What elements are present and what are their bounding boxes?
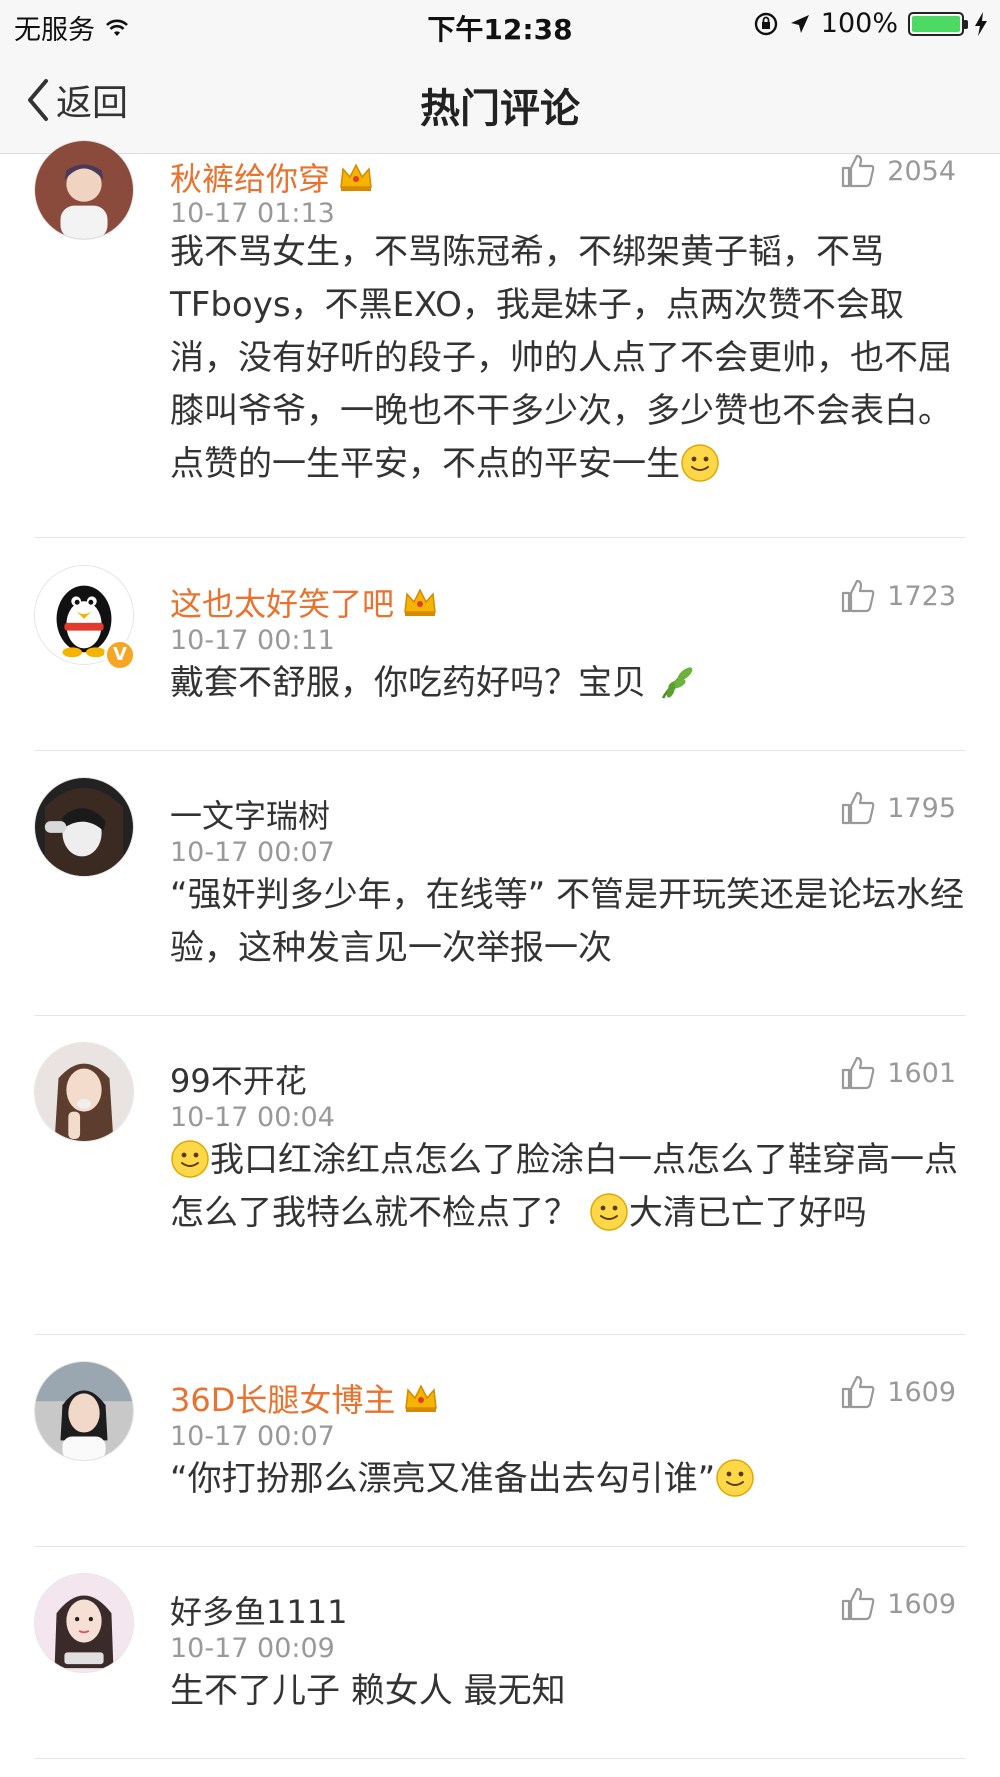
page-title: 热门评论	[420, 86, 580, 132]
username[interactable]: 秋裤给你穿	[170, 154, 374, 200]
username[interactable]: 99不开花	[170, 1056, 307, 1102]
comment-text: 生不了儿子 赖女人 最无知	[170, 1665, 970, 1718]
timestamp: 10-17 00:07	[170, 1421, 335, 1452]
location-arrow-icon	[790, 14, 809, 33]
username[interactable]: 这也太好笑了吧	[170, 579, 438, 625]
username-text: 好多鱼1111	[170, 1593, 348, 1631]
battery-level	[912, 15, 960, 32]
nav-bar: 返回 热门评论	[0, 50, 1000, 154]
comment-text: 戴套不舒服，你吃药好吗？宝贝	[170, 657, 970, 710]
like-button[interactable]: 1795	[839, 789, 956, 827]
timestamp: 10-17 00:07	[170, 837, 335, 868]
avatar[interactable]	[34, 140, 134, 240]
username-text: 一文字瑞树	[170, 797, 331, 835]
like-count: 1601	[887, 1057, 956, 1089]
thumbs-up-icon	[842, 1587, 875, 1621]
comment-text-part: “你打扮那么漂亮又准备出去勾引谁”	[170, 1459, 716, 1499]
comment-text-part: 我不骂女生，不骂陈冠希，不绑架黄子韬，不骂TFboys，不黑EXO，我是妹子，点…	[170, 232, 952, 484]
avatar[interactable]	[34, 1042, 134, 1142]
comment-text-part: 生不了儿子 赖女人 最无知	[170, 1671, 566, 1711]
timestamp: 10-17 01:13	[170, 198, 335, 229]
smiley-icon	[716, 1459, 754, 1497]
username-text: 99不开花	[170, 1062, 307, 1100]
comment-text-part: “强奸判多少年，在线等” 不管是开玩笑还是论坛水经验，这种发言见一次举报一次	[170, 875, 965, 968]
username-text: 秋裤给你穿	[170, 160, 331, 198]
like-count: 1609	[887, 1376, 956, 1408]
crown-icon	[340, 163, 372, 191]
smiley-icon	[171, 1140, 209, 1178]
divider	[34, 537, 966, 538]
charging-bolt-icon	[975, 11, 987, 36]
verified-badge-icon: V	[104, 639, 136, 671]
like-button[interactable]: 1609	[839, 1373, 956, 1411]
comment-item: V 这也太好笑了吧 1723 10-17 00:11 戴套不舒服，你吃药好吗？宝…	[0, 539, 1000, 751]
comment-item: 36D长腿女博主 1609 10-17 00:07 “你打扮那么漂亮又准备出去勾…	[0, 1335, 1000, 1547]
comment-text: “你打扮那么漂亮又准备出去勾引谁”	[170, 1453, 970, 1506]
timestamp: 10-17 00:11	[170, 625, 335, 656]
comment-text: 我口红涂红点怎么了脸涂白一点怎么了鞋穿高一点怎么了我特么就不检点了？ 大清已亡了…	[170, 1134, 970, 1240]
like-count: 1795	[887, 792, 956, 824]
avatar[interactable]	[34, 1573, 134, 1673]
leaf-icon	[661, 667, 693, 699]
like-count: 1609	[887, 1588, 956, 1620]
status-bar: 无服务 下午12:38 100%	[0, 0, 1000, 50]
status-right: 100%	[753, 8, 988, 39]
smiley-icon	[681, 444, 719, 482]
battery-percent: 100%	[820, 8, 898, 39]
username[interactable]: 36D长腿女博主	[170, 1375, 439, 1421]
thumbs-up-icon	[842, 1056, 875, 1090]
thumbs-up-icon	[842, 154, 875, 188]
comment-text: 我不骂女生，不骂陈冠希，不绑架黄子韬，不骂TFboys，不黑EXO，我是妹子，点…	[170, 226, 970, 491]
smiley-icon	[590, 1193, 628, 1231]
like-count: 2054	[887, 155, 956, 187]
comment-item: 秋裤给你穿 2054 10-17 01:13 我不骂女生，不骂陈冠希，不绑架黄子…	[0, 140, 1000, 539]
username-text: 36D长腿女博主	[170, 1381, 396, 1419]
thumbs-up-icon	[842, 791, 875, 825]
crown-icon	[404, 588, 436, 616]
comment-item: 99不开花 1601 10-17 00:04 我口红涂红点怎么了脸涂白一点怎么了…	[0, 1016, 1000, 1335]
divider	[34, 1758, 966, 1759]
like-count: 1723	[887, 580, 956, 612]
thumbs-up-icon	[842, 1375, 875, 1409]
thumbs-up-icon	[842, 579, 875, 613]
like-button[interactable]: 1601	[839, 1054, 956, 1092]
comment-item: 一文字瑞树 1795 10-17 00:07 “强奸判多少年，在线等” 不管是开…	[0, 751, 1000, 1016]
comment-text-part: 大清已亡了好吗	[628, 1193, 867, 1233]
like-button[interactable]: 1609	[839, 1585, 956, 1623]
like-button[interactable]: 1723	[839, 577, 956, 615]
username[interactable]: 一文字瑞树	[170, 791, 330, 837]
comment-text-part: 戴套不舒服，你吃药好吗？宝贝	[170, 663, 657, 703]
like-button[interactable]: 2054	[839, 152, 956, 190]
username-text: 这也太好笑了吧	[170, 585, 395, 623]
rotation-lock-icon	[754, 12, 777, 35]
timestamp: 10-17 00:04	[170, 1102, 335, 1133]
battery-icon	[908, 11, 968, 36]
avatar[interactable]	[34, 1361, 134, 1461]
comment-item: 好多鱼1111 1609 10-17 00:09 生不了儿子 赖女人 最无知	[0, 1547, 1000, 1759]
avatar[interactable]	[34, 777, 134, 877]
crown-icon	[405, 1384, 438, 1412]
timestamp: 10-17 00:09	[170, 1633, 335, 1664]
comment-text: “强奸判多少年，在线等” 不管是开玩笑还是论坛水经验，这种发言见一次举报一次	[170, 869, 970, 975]
username[interactable]: 好多鱼1111	[170, 1587, 347, 1633]
